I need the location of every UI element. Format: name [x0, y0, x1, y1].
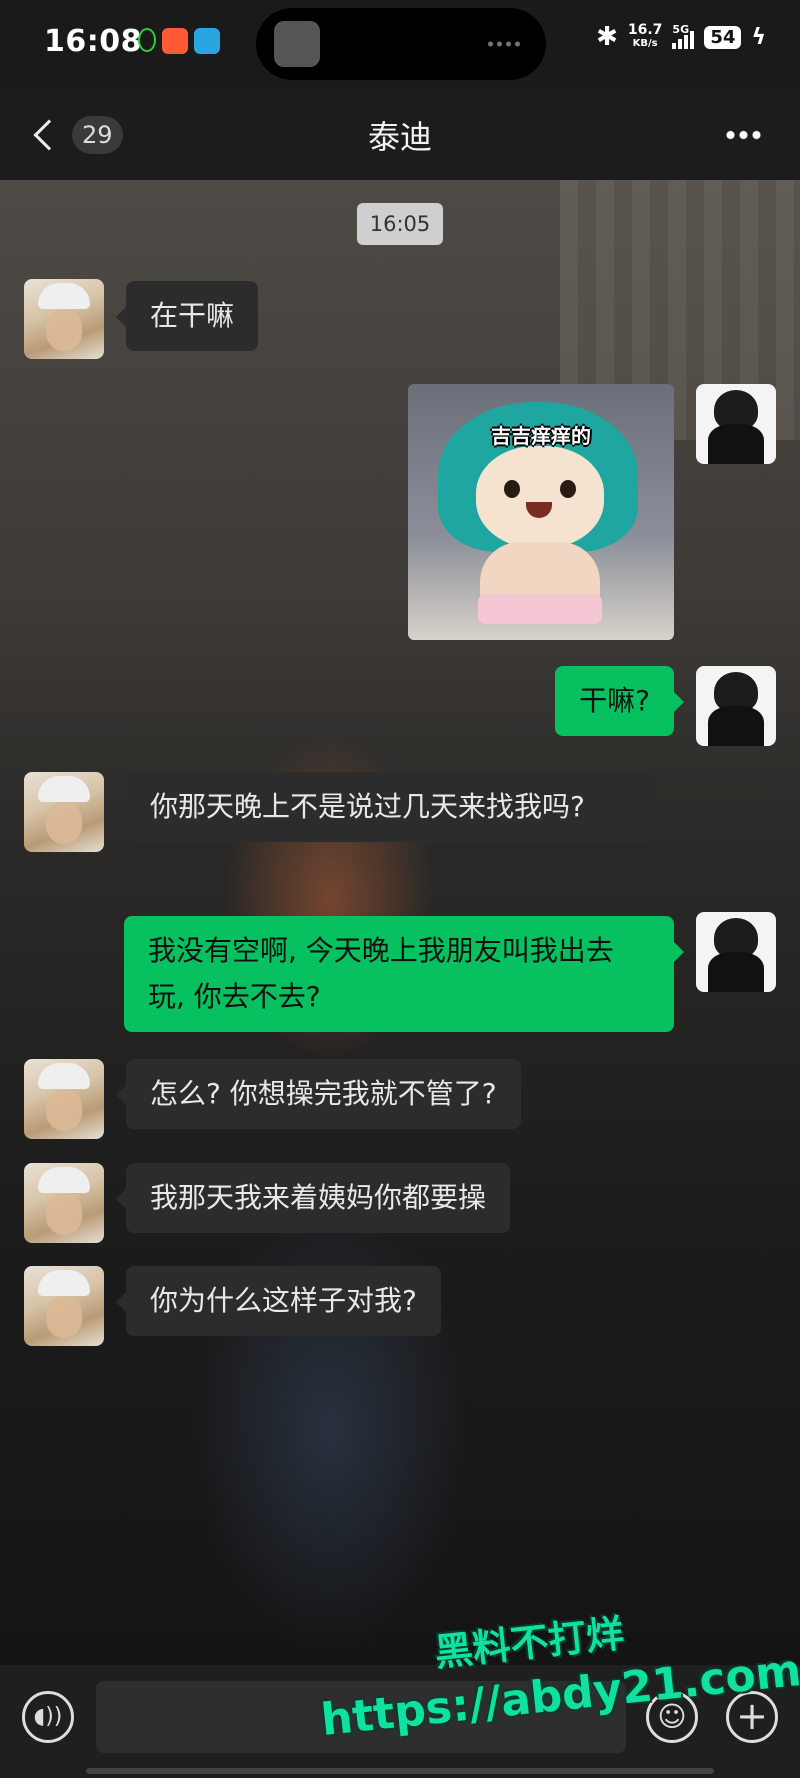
status-bar: 16:08 ✱ 16.7 KB/s 5G 54 ϟ [0, 0, 800, 90]
network-speed-value: 16.7 [627, 22, 663, 38]
voice-icon[interactable]: ◖)) [22, 1691, 74, 1743]
sticker-eye [560, 480, 576, 498]
media-thumbnail-icon [274, 21, 320, 67]
status-indicators: ✱ 16.7 KB/s 5G 54 ϟ [596, 22, 766, 52]
message-bubble-incoming[interactable]: 你为什么这样子对我? [116, 1266, 441, 1336]
network-speed-unit: KB/s [632, 38, 658, 49]
my-avatar[interactable] [696, 666, 776, 746]
charging-icon: ϟ [751, 24, 766, 50]
contact-avatar[interactable] [24, 1266, 104, 1346]
battery-level: 54 [704, 25, 742, 49]
chat-area[interactable]: 16:05 在干嘛 吉吉痒痒的 干嘛? 你那天晚上不是说过几天来找我吗? 我没有… [0, 180, 800, 1665]
message-timestamp: 16:05 [357, 203, 443, 245]
my-avatar[interactable] [696, 912, 776, 992]
shopping-app-icon [162, 28, 188, 54]
message-bubble-outgoing[interactable]: 我没有空啊, 今天晚上我朋友叫我出去玩, 你去不去? [124, 916, 684, 1032]
sticker-eye [504, 480, 520, 498]
network-speed: 16.7 KB/s [627, 22, 663, 50]
message-bubble-incoming[interactable]: 在干嘛 [115, 281, 259, 351]
contact-avatar[interactable] [24, 1059, 104, 1139]
sticker-message[interactable]: 吉吉痒痒的 [408, 384, 674, 640]
sticker-caption: 吉吉痒痒的 [491, 424, 591, 448]
contact-avatar[interactable] [24, 279, 104, 359]
contact-avatar[interactable] [24, 1163, 104, 1243]
message-bubble-incoming[interactable]: 我那天我来着姨妈你都要操 [115, 1163, 511, 1233]
message-app-icon [194, 28, 220, 54]
bluetooth-icon: ✱ [596, 22, 618, 52]
message-bubble-incoming[interactable]: 怎么? 你想操完我就不管了? [116, 1059, 521, 1129]
home-indicator[interactable] [86, 1768, 714, 1774]
message-bubble-outgoing[interactable]: 干嘛? [555, 666, 684, 736]
chat-title: 泰迪 [367, 118, 432, 156]
signal-icon: 5G [672, 23, 695, 49]
network-type: 5G [672, 23, 690, 36]
chat-header: 29 泰迪 [0, 90, 800, 180]
status-time: 16:08 [44, 24, 142, 59]
message-bubble-incoming[interactable]: 你那天晚上不是说过几天来找我吗? [116, 772, 656, 842]
dynamic-island[interactable] [256, 8, 546, 80]
contact-avatar[interactable] [24, 772, 104, 852]
notification-icons [138, 28, 220, 54]
waveform-icon [486, 40, 522, 48]
sticker-face [476, 446, 604, 548]
my-avatar[interactable] [696, 384, 776, 464]
more-dots-icon[interactable] [724, 130, 764, 140]
sticker-pants [478, 594, 602, 624]
music-app-icon [138, 28, 156, 52]
